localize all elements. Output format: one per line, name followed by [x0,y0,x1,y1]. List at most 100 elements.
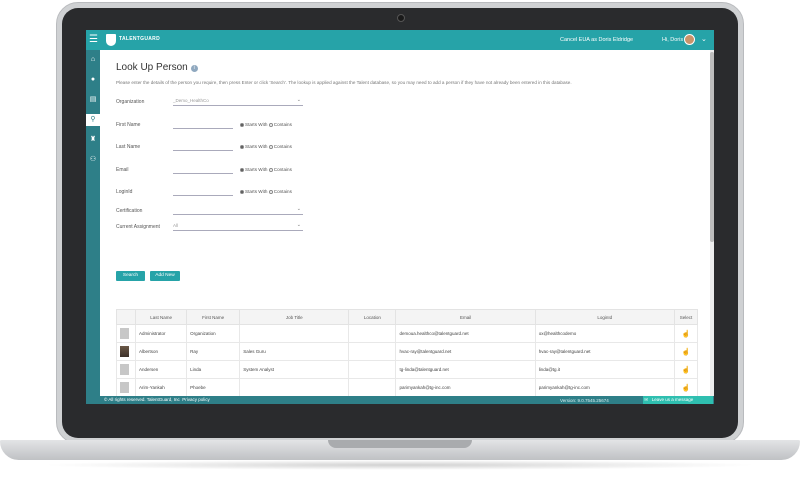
row-loginid: hvac-ray@talentguard.net [534,342,675,361]
chevron-down-icon: ⌄ [296,222,301,228]
col-job-title[interactable]: Job Title [239,309,350,325]
laptop-notch [328,440,472,448]
first-name-label: First Name [116,122,141,128]
loginid-input[interactable] [173,186,233,196]
row-first-name: Linda [186,360,241,379]
chevron-down-icon: ⌄ [296,206,301,212]
row-email: demoua.healthco@talentguard.net [395,324,536,343]
organization-select[interactable]: _Demo_HealthCo ⌄ [173,96,303,106]
chat-label: Leave us a message [651,397,694,402]
col-select: Select [673,309,699,325]
col-location[interactable]: Location [348,309,397,325]
row-job-title [239,378,350,397]
email-input[interactable] [173,164,233,174]
select-pointer-icon[interactable]: ☝ [682,331,691,338]
add-new-button[interactable]: Add New [150,271,180,281]
group-icon[interactable]: ⚇ [86,154,100,166]
select-pointer-icon[interactable]: ☝ [682,349,691,356]
row-job-title: Sales Guru [239,342,350,361]
table-row[interactable]: Albertson Ray Sales Guru hvac-ray@talentgua… [115,342,699,361]
scrollbar-thumb[interactable] [710,52,714,242]
page-description: Please enter the details of the person y… [116,80,572,85]
info-icon[interactable]: i [190,65,198,72]
row-loginid: linda@tg.it [534,360,675,379]
chevron-down-icon[interactable]: ⌄ [701,35,707,43]
select-pointer-icon[interactable]: ☝ [682,385,691,392]
row-loginid: parimyankah@tg-inc.com [534,378,675,397]
user-photo-icon [120,382,129,393]
row-photo [115,378,137,397]
table-body: Administrator Organization demoua.healthco… [115,324,699,404]
last-name-input[interactable] [173,141,233,151]
row-job-title [239,324,350,343]
first-name-input[interactable] [173,119,233,129]
contains-label: Contains [273,167,292,172]
hamburger-icon[interactable]: ☰ [89,34,99,46]
lookup-person-icon[interactable]: ⚲ [86,114,100,126]
row-last-name: Andersen [135,360,188,379]
certification-label: Certification [116,208,143,214]
footer: © All rights reserved. TalentGuard, Inc … [86,396,714,404]
contains-radio[interactable] [268,144,273,149]
row-select: ☝ [673,324,699,343]
table-row[interactable]: Andersen Linda System Analyst tg-linda@tale… [115,360,699,379]
contains-radio[interactable] [268,189,273,194]
current-assignment-select[interactable]: All ⌄ [173,221,303,231]
col-last-name[interactable]: Last Name [135,309,188,325]
contains-radio[interactable] [268,122,273,127]
search-button[interactable]: Search [116,271,145,281]
contains-radio[interactable] [268,167,273,172]
cancel-eua-link[interactable]: Cancel EUA as Doris Eldridge [560,37,633,43]
starts-with-radio[interactable] [240,144,244,149]
contains-label: Contains [273,122,292,127]
organization-label: Organization [116,99,145,105]
col-email[interactable]: Email [395,309,536,325]
footer-left: © All rights reserved. TalentGuard, Inc … [104,397,210,402]
email-label: Email [116,167,129,173]
brand-name: TALENTGUARD [119,36,160,42]
table-row[interactable]: Arim-Yankah Phoebe parimyankah@tg-inc.com p… [115,378,699,397]
starts-with-radio[interactable] [240,122,244,127]
chart-icon[interactable]: ▤ [86,94,100,106]
row-location [348,324,397,343]
loginid-label: LoginId [116,189,133,195]
certification-select[interactable]: ⌄ [173,205,303,215]
last-name-label: Last Name [116,144,141,150]
row-location [348,378,397,397]
table-header-row: Last Name First Name Job Title Location … [115,309,699,325]
chat-icon: ✉ [643,397,652,402]
row-job-title: System Analyst [239,360,350,379]
loginid-match: Starts With Contains [240,189,292,194]
col-first-name[interactable]: First Name [186,309,241,325]
person-icon[interactable]: ● [86,74,100,86]
page-title: Look Up Person i [116,62,198,73]
contains-label: Contains [273,144,292,149]
row-email: hvac-ray@talentguard.net [395,342,536,361]
table-row[interactable]: Administrator Organization demoua.healthco… [115,324,699,343]
col-loginid[interactable]: LoginId [534,309,675,325]
select-pointer-icon[interactable]: ☝ [682,367,691,374]
privacy-link[interactable]: Privacy policy [182,397,210,402]
starts-with-radio[interactable] [240,189,244,194]
starts-with-radio[interactable] [240,167,244,172]
starts-with-label: Starts With [245,144,268,149]
results-table: Last Name First Name Job Title Location … [115,309,699,404]
starts-with-label: Starts With [245,189,268,194]
row-last-name: Albertson [135,342,188,361]
user-photo-icon [120,364,129,375]
row-photo [115,342,137,361]
trophy-icon[interactable]: ♜ [86,134,100,146]
version: Version: 9.0.7545.25674 [560,397,609,403]
talentguard-logo-icon [106,34,116,46]
chat-widget[interactable]: ✉ Leave us a message [643,396,713,404]
starts-with-label: Starts With [245,167,268,172]
row-select: ☝ [673,378,699,397]
row-select: ☝ [673,360,699,379]
avatar[interactable] [684,34,695,45]
col-photo [115,309,137,325]
row-email: parimyankah@tg-inc.com [395,378,536,397]
row-select: ☝ [673,342,699,361]
home-icon[interactable]: ⌂ [86,54,100,66]
chevron-down-icon: ⌄ [296,97,301,103]
camera [397,14,405,22]
